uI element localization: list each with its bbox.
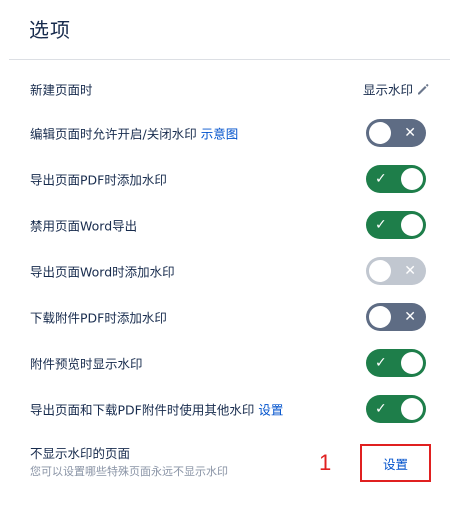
toggle-edit-page-watermark[interactable]: ✕ <box>366 119 426 147</box>
row-label-export-pdf: 导出页面PDF时添加水印 <box>30 172 167 188</box>
annotation-number: 1 <box>319 450 332 475</box>
toggle-knob <box>401 168 423 190</box>
check-icon: ✓ <box>375 401 387 417</box>
row-label-edit-page: 编辑页面时允许开启/关闭水印 示意图 <box>30 124 238 143</box>
other-watermark-settings-link[interactable]: 设置 <box>258 403 283 418</box>
diagram-link[interactable]: 示意图 <box>201 127 239 142</box>
cross-icon: ✕ <box>404 125 416 141</box>
toggle-knob <box>401 214 423 236</box>
cross-icon: ✕ <box>404 309 416 325</box>
no-watermark-settings-button[interactable]: 设置 <box>360 444 431 482</box>
row-label-attachment-preview: 附件预览时显示水印 <box>30 356 143 372</box>
toggle-attachment-preview-watermark[interactable]: ✓ <box>366 349 426 377</box>
toggle-knob <box>401 352 423 374</box>
toggle-export-word-watermark: ✕ <box>366 257 426 285</box>
other-watermark-label-text: 导出页面和下载PDF附件时使用其他水印 <box>30 402 255 418</box>
row-edit-page-watermark: 编辑页面时允许开启/关闭水印 示意图 ✕ <box>30 118 430 148</box>
check-icon: ✓ <box>375 217 387 233</box>
row-new-page: 新建页面时 显示水印 <box>30 74 430 104</box>
toggle-knob <box>401 398 423 420</box>
row-label-disable-word: 禁用页面Word导出 <box>30 218 138 234</box>
toggle-knob <box>369 306 391 328</box>
toggle-export-pdf-watermark[interactable]: ✓ <box>366 165 426 193</box>
row-attachment-preview-watermark: 附件预览时显示水印 ✓ <box>30 348 430 378</box>
row-disable-word-export: 禁用页面Word导出 ✓ <box>30 210 430 240</box>
row-export-pdf-watermark: 导出页面PDF时添加水印 ✓ <box>30 164 430 194</box>
check-icon: ✓ <box>375 171 387 187</box>
toggle-knob <box>369 260 391 282</box>
watermark-mode-value: 显示水印 <box>362 82 413 98</box>
row-other-watermark: 导出页面和下载PDF附件时使用其他水印 设置 ✓ <box>30 394 430 424</box>
row-label-new-page: 新建页面时 <box>30 82 93 98</box>
watermark-mode-selector[interactable]: 显示水印 <box>363 80 430 99</box>
no-watermark-label: 不显示水印的页面 <box>30 446 131 461</box>
cross-icon: ✕ <box>404 263 416 279</box>
row-export-word-watermark: 导出页面Word时添加水印 ✕ <box>30 256 430 286</box>
check-icon: ✓ <box>375 355 387 371</box>
edit-page-label-text: 编辑页面时允许开启/关闭水印 <box>30 126 197 142</box>
row-download-pdf-watermark: 下载附件PDF时添加水印 ✕ <box>30 302 430 332</box>
toggle-other-watermark[interactable]: ✓ <box>366 395 426 423</box>
page-title: 选项 <box>29 18 71 42</box>
row-label-export-word: 导出页面Word时添加水印 <box>30 264 175 280</box>
row-label-download-pdf: 下载附件PDF时添加水印 <box>30 310 167 326</box>
title-divider <box>9 59 450 60</box>
pencil-icon[interactable] <box>416 82 430 96</box>
row-label-other-watermark: 导出页面和下载PDF附件时使用其他水印 设置 <box>30 400 283 419</box>
toggle-disable-word-export[interactable]: ✓ <box>366 211 426 239</box>
no-watermark-description: 您可以设置哪些特殊页面永远不显示水印 <box>30 465 228 478</box>
toggle-knob <box>369 122 391 144</box>
toggle-download-pdf-watermark[interactable]: ✕ <box>366 303 426 331</box>
